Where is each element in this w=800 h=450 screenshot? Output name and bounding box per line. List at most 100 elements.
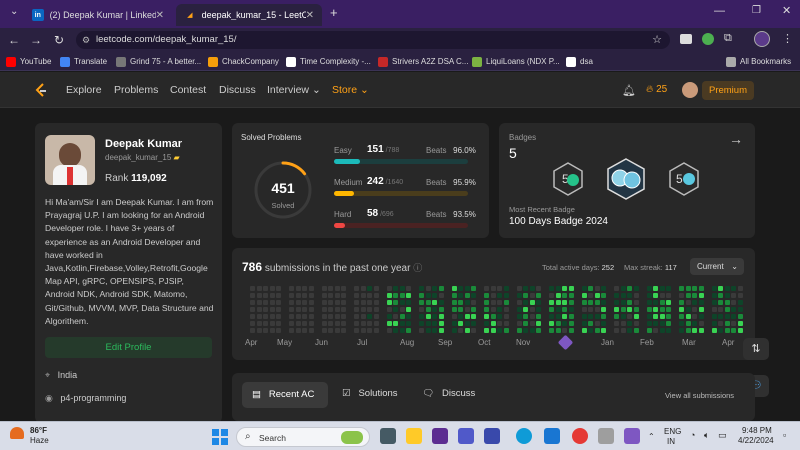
heatmap-cell[interactable] — [529, 328, 535, 333]
heatmap-cell[interactable] — [685, 286, 691, 291]
heatmap-cell[interactable] — [406, 293, 411, 298]
heatmap-cell[interactable] — [497, 293, 502, 298]
heatmap-cell[interactable] — [308, 314, 314, 319]
heatmap-cell[interactable] — [568, 314, 574, 319]
heatmap-cell[interactable] — [549, 314, 554, 319]
heatmap-cell[interactable] — [731, 300, 736, 305]
bookmark-chackcompany[interactable]: ChackCompany — [208, 55, 279, 68]
heatmap-cell[interactable] — [614, 328, 619, 333]
maximize-icon[interactable]: ❐ — [752, 5, 761, 16]
heatmap-cell[interactable] — [334, 328, 340, 333]
heatmap-cell[interactable] — [328, 293, 333, 298]
heatmap-cell[interactable] — [529, 314, 535, 319]
heatmap-cell[interactable] — [302, 307, 307, 312]
heatmap-cell[interactable] — [341, 300, 346, 305]
heatmap-cell[interactable] — [295, 314, 301, 319]
heatmap-cell[interactable] — [386, 300, 392, 305]
heatmap-cell[interactable] — [256, 321, 262, 326]
heatmap-cell[interactable] — [438, 307, 444, 312]
heatmap-cell[interactable] — [627, 314, 632, 319]
heatmap-cell[interactable] — [666, 293, 671, 298]
heatmap-cell[interactable] — [737, 328, 743, 333]
all-bookmarks[interactable]: All Bookmarks — [726, 55, 791, 68]
heatmap-cell[interactable] — [503, 293, 509, 298]
taskbar-search-box[interactable]: ⌕ Search — [236, 427, 370, 447]
heatmap-cell[interactable] — [432, 321, 437, 326]
heatmap-cell[interactable] — [341, 314, 346, 319]
heatmap-cell[interactable] — [289, 321, 294, 326]
heatmap-cell[interactable] — [419, 314, 424, 319]
heatmap-cell[interactable] — [523, 286, 528, 291]
puzzle-icon[interactable]: ⧉ — [724, 32, 732, 45]
heatmap-cell[interactable] — [302, 293, 307, 298]
heatmap-cell[interactable] — [724, 307, 730, 312]
heatmap-cell[interactable] — [406, 314, 411, 319]
heatmap-cell[interactable] — [653, 328, 658, 333]
app-icon[interactable] — [624, 428, 640, 444]
heatmap-cell[interactable] — [568, 286, 574, 291]
heatmap-cell[interactable] — [308, 307, 314, 312]
heatmap-cell[interactable] — [594, 300, 600, 305]
tab-linkedin[interactable]: in (2) Deepak Kumar | LinkedIn ✕ — [24, 4, 172, 26]
heatmap-cell[interactable] — [354, 300, 359, 305]
heatmap-cell[interactable] — [731, 314, 736, 319]
heatmap-cell[interactable] — [718, 293, 723, 298]
heatmap-cell[interactable] — [627, 286, 632, 291]
store-icon[interactable] — [544, 428, 560, 444]
heatmap-cell[interactable] — [490, 314, 496, 319]
heatmap-cell[interactable] — [458, 307, 463, 312]
heatmap-cell[interactable] — [666, 321, 671, 326]
heatmap-cell[interactable] — [367, 321, 372, 326]
heatmap-cell[interactable] — [399, 321, 405, 326]
heatmap-cell[interactable] — [432, 328, 437, 333]
heatmap-cell[interactable] — [594, 286, 600, 291]
heatmap-cell[interactable] — [302, 328, 307, 333]
heatmap-cell[interactable] — [653, 293, 658, 298]
heatmap-cell[interactable] — [250, 321, 255, 326]
heatmap-cell[interactable] — [633, 314, 639, 319]
input-region[interactable]: IN — [667, 437, 675, 446]
heatmap-cell[interactable] — [516, 314, 522, 319]
heatmap-cell[interactable] — [302, 286, 307, 291]
heatmap-cell[interactable] — [536, 293, 541, 298]
heatmap-cell[interactable] — [367, 293, 372, 298]
heatmap-cell[interactable] — [633, 293, 639, 298]
badge-annual-icon[interactable] — [605, 157, 647, 201]
heatmap-cell[interactable] — [653, 321, 658, 326]
year-dropdown[interactable]: Current ⌄ — [690, 258, 744, 275]
heatmap-cell[interactable] — [562, 293, 567, 298]
heatmap-cell[interactable] — [438, 286, 444, 291]
heatmap-cell[interactable] — [276, 314, 281, 319]
heatmap-cell[interactable] — [497, 300, 502, 305]
heatmap-cell[interactable] — [549, 307, 554, 312]
heatmap-cell[interactable] — [406, 286, 411, 291]
heatmap-cell[interactable] — [698, 300, 704, 305]
wifi-icon[interactable]: ◔ — [690, 430, 695, 440]
heatmap-cell[interactable] — [393, 286, 398, 291]
extension-icon[interactable] — [702, 33, 714, 45]
heatmap-cell[interactable] — [484, 293, 489, 298]
heatmap-cell[interactable] — [646, 314, 652, 319]
heatmap-cell[interactable] — [679, 286, 684, 291]
heatmap-cell[interactable] — [620, 293, 626, 298]
heatmap-cell[interactable] — [614, 314, 619, 319]
heatmap-cell[interactable] — [269, 307, 275, 312]
heatmap-cell[interactable] — [503, 300, 509, 305]
bookmark-time-complexity[interactable]: Time Complexity -... — [286, 55, 371, 68]
heatmap-cell[interactable] — [451, 314, 457, 319]
heatmap-cell[interactable] — [458, 328, 463, 333]
heatmap-cell[interactable] — [354, 314, 359, 319]
profile-github[interactable]: ◉ p4-programming — [45, 393, 126, 404]
heatmap-cell[interactable] — [269, 328, 275, 333]
heatmap-cell[interactable] — [679, 314, 684, 319]
heatmap-cell[interactable] — [406, 300, 411, 305]
forward-icon[interactable]: → — [28, 32, 44, 48]
heatmap-cell[interactable] — [425, 293, 431, 298]
heatmap-cell[interactable] — [360, 293, 366, 298]
tab-leetcode[interactable]: ◢ deepak_kumar_15 - LeetCode ✕ — [176, 4, 322, 26]
heatmap-cell[interactable] — [737, 293, 743, 298]
heatmap-cell[interactable] — [458, 314, 463, 319]
heatmap-cell[interactable] — [666, 286, 671, 291]
heatmap-cell[interactable] — [341, 293, 346, 298]
heatmap-cell[interactable] — [354, 328, 359, 333]
